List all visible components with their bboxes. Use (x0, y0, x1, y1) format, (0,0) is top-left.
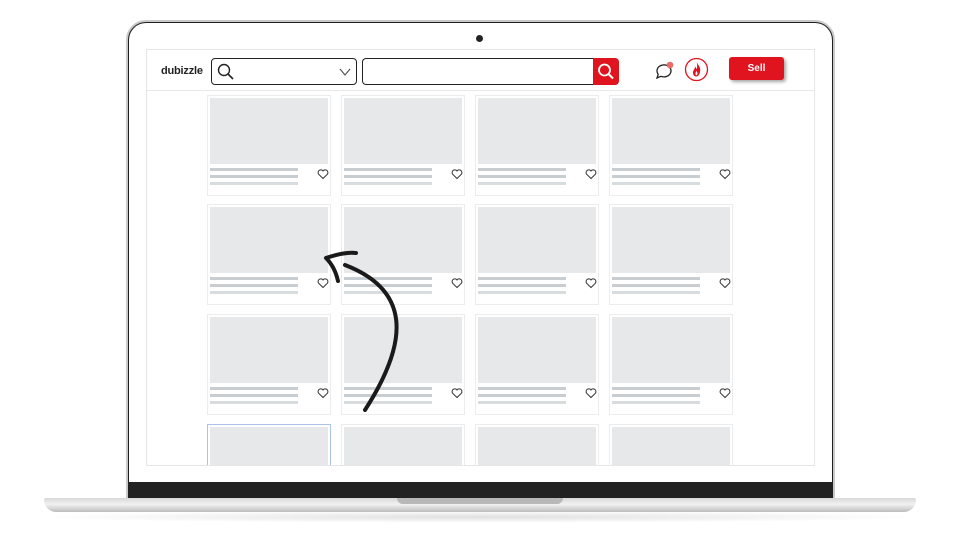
location-selector[interactable] (211, 58, 357, 85)
sell-button[interactable]: Sell (729, 57, 784, 80)
listing-text-placeholder (478, 387, 566, 390)
laptop-notch (397, 498, 563, 504)
heart-icon[interactable] (317, 277, 329, 289)
listing-card[interactable] (609, 204, 733, 305)
listing-card[interactable] (341, 95, 465, 196)
listing-image-placeholder (344, 317, 462, 383)
listing-text-placeholder (612, 277, 700, 280)
laptop-shadow (30, 511, 930, 523)
heart-icon[interactable] (451, 168, 463, 180)
listing-text-placeholder (478, 277, 566, 280)
listing-card[interactable] (475, 314, 599, 415)
listing-image-placeholder (210, 207, 328, 273)
listing-text-placeholder (344, 277, 432, 280)
listing-image-placeholder (612, 427, 730, 465)
listing-text-placeholder (210, 277, 298, 280)
app-screen: dubizzle Sell (146, 49, 815, 466)
camera-dot (476, 35, 483, 42)
listing-image-placeholder (210, 317, 328, 383)
listing-image-placeholder (478, 98, 596, 164)
listing-image-placeholder (344, 427, 462, 465)
heart-icon[interactable] (451, 387, 463, 399)
listing-text-placeholder (612, 291, 700, 294)
heart-icon[interactable] (719, 277, 731, 289)
listing-card[interactable] (609, 424, 733, 465)
listing-card[interactable] (475, 95, 599, 196)
heart-icon[interactable] (317, 168, 329, 180)
listing-image-placeholder (478, 207, 596, 273)
listing-image-placeholder (612, 317, 730, 383)
listing-image-placeholder (344, 98, 462, 164)
search-icon (598, 63, 614, 80)
heart-icon[interactable] (585, 387, 597, 399)
listing-text-placeholder (478, 182, 566, 185)
listing-text-placeholder (210, 182, 298, 185)
laptop-mockup: dubizzle Sell (0, 0, 960, 544)
listing-text-placeholder (478, 168, 566, 171)
listing-text-placeholder (210, 394, 298, 397)
listing-card[interactable] (475, 424, 599, 465)
listing-text-placeholder (478, 401, 566, 404)
listing-text-placeholder (344, 182, 432, 185)
listing-text-placeholder (210, 284, 298, 287)
listing-text-placeholder (612, 182, 700, 185)
listing-image-placeholder (612, 207, 730, 273)
heart-icon[interactable] (317, 387, 329, 399)
heart-icon[interactable] (719, 168, 731, 180)
listing-image-placeholder (344, 207, 462, 273)
heart-icon[interactable] (585, 277, 597, 289)
top-bar: dubizzle Sell (147, 50, 814, 91)
listing-card[interactable] (341, 314, 465, 415)
listing-text-placeholder (612, 394, 700, 397)
listing-text-placeholder (478, 291, 566, 294)
listing-card[interactable] (207, 424, 331, 465)
listing-card[interactable] (609, 314, 733, 415)
listing-text-placeholder (612, 284, 700, 287)
listing-text-placeholder (344, 394, 432, 397)
listing-image-placeholder (478, 317, 596, 383)
listing-card[interactable] (341, 424, 465, 465)
listing-text-placeholder (612, 401, 700, 404)
listing-text-placeholder (344, 387, 432, 390)
listing-text-placeholder (210, 291, 298, 294)
listing-text-placeholder (478, 394, 566, 397)
listing-card[interactable] (207, 95, 331, 196)
listing-card[interactable] (609, 95, 733, 196)
notification-dot (666, 61, 674, 69)
listing-card[interactable] (341, 204, 465, 305)
listing-text-placeholder (210, 387, 298, 390)
listing-image-placeholder (210, 427, 328, 465)
listing-text-placeholder (344, 175, 432, 178)
search-icon (217, 63, 234, 80)
listing-text-placeholder (344, 401, 432, 404)
fire-icon[interactable] (684, 57, 709, 82)
heart-icon[interactable] (451, 277, 463, 289)
dubizzle-logo[interactable]: dubizzle (161, 65, 203, 77)
listing-text-placeholder (478, 284, 566, 287)
listing-text-placeholder (612, 175, 700, 178)
listing-text-placeholder (478, 175, 566, 178)
listing-text-placeholder (210, 168, 298, 171)
listing-text-placeholder (612, 387, 700, 390)
chat-icon[interactable] (653, 60, 675, 82)
listing-card[interactable] (207, 204, 331, 305)
heart-icon[interactable] (585, 168, 597, 180)
listing-card[interactable] (207, 314, 331, 415)
listing-text-placeholder (344, 291, 432, 294)
listing-text-placeholder (344, 284, 432, 287)
listing-image-placeholder (478, 427, 596, 465)
listing-text-placeholder (612, 168, 700, 171)
search-button[interactable] (593, 58, 619, 85)
listing-text-placeholder (210, 401, 298, 404)
listing-card[interactable] (475, 204, 599, 305)
listing-image-placeholder (210, 98, 328, 164)
listing-text-placeholder (210, 175, 298, 178)
listing-text-placeholder (344, 168, 432, 171)
chevron-down-icon (339, 68, 351, 76)
heart-icon[interactable] (719, 387, 731, 399)
listing-image-placeholder (612, 98, 730, 164)
search-input[interactable] (362, 58, 595, 85)
